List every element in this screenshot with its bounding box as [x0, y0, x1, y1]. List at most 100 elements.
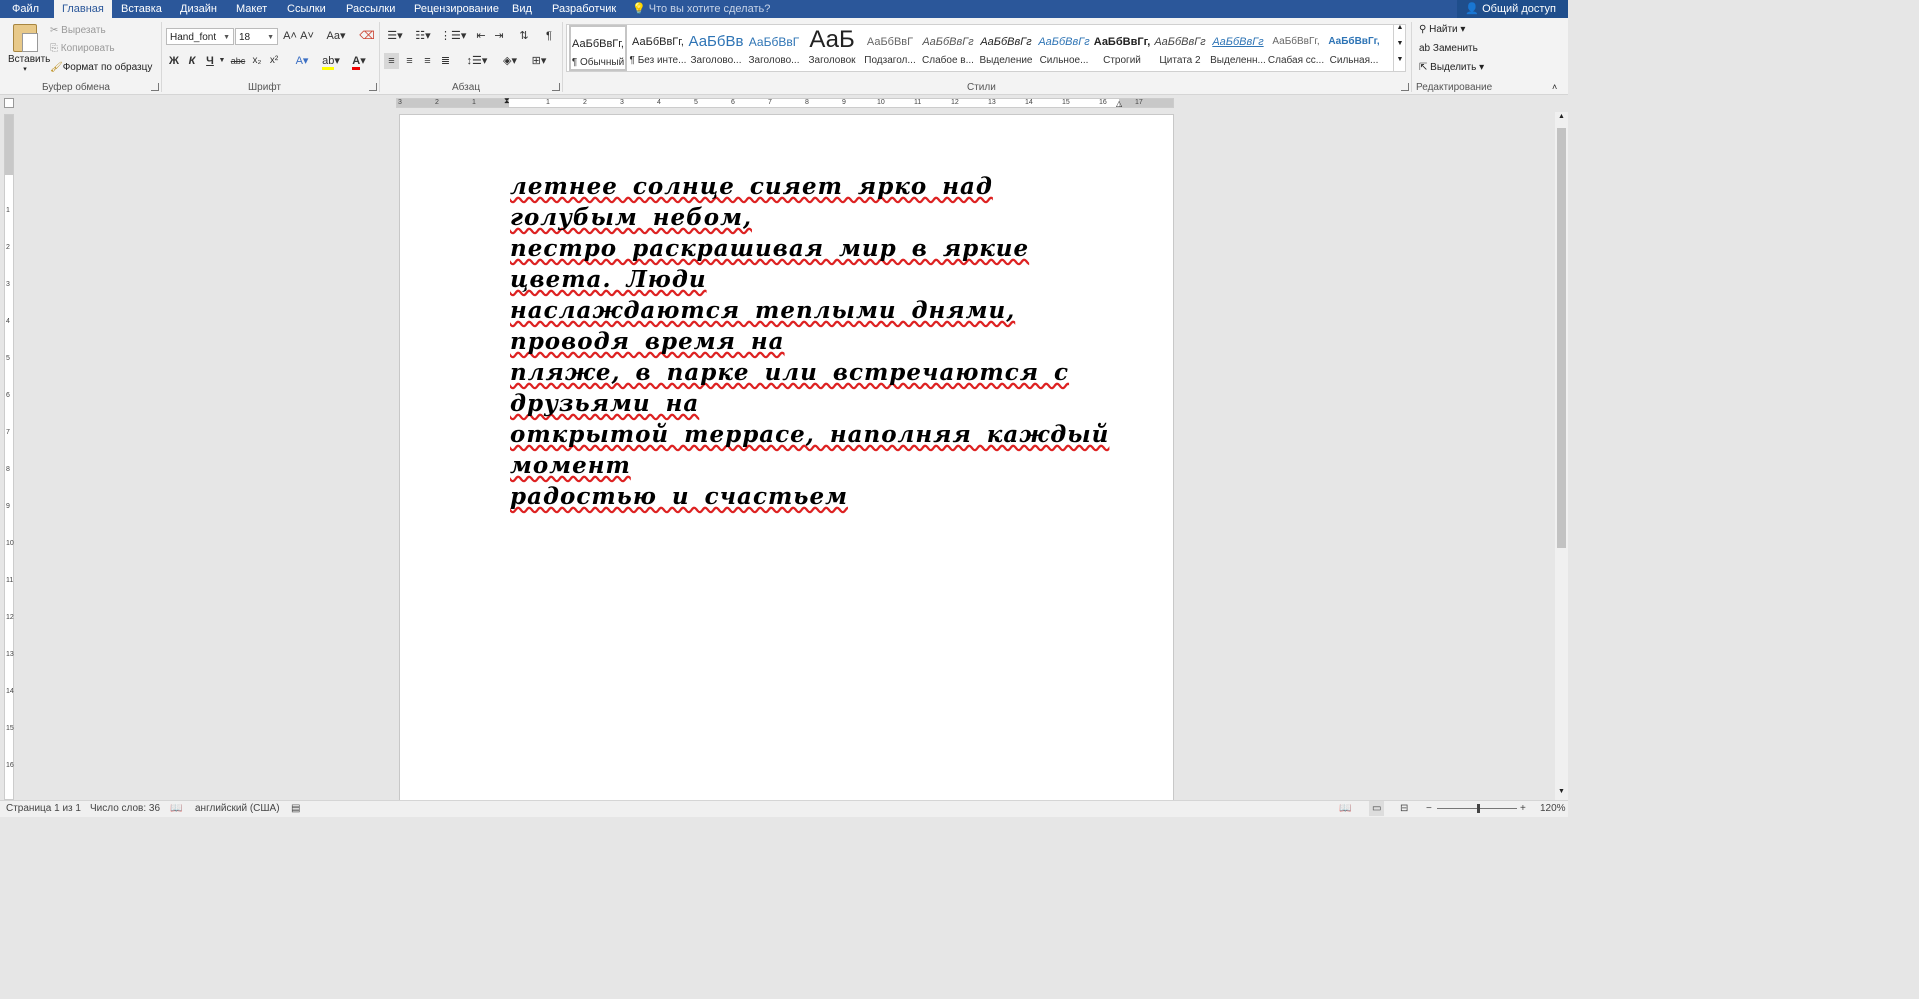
- chevron-up-icon[interactable]: ▲: [1394, 24, 1406, 40]
- style-normal[interactable]: АаБбВвГг, ¶ Обычный: [569, 25, 627, 71]
- style-strong[interactable]: АаБбВвГг, Строгий: [1093, 25, 1151, 71]
- document-page[interactable]: летнее солнце сияет ярко над голубым неб…: [399, 114, 1174, 804]
- dialog-launcher-icon[interactable]: [1401, 83, 1409, 91]
- tab-view[interactable]: Вид: [504, 0, 540, 18]
- tell-me-box[interactable]: 💡 Что вы хотите сделать?: [632, 0, 770, 18]
- tab-developer[interactable]: Разработчик: [544, 0, 624, 18]
- chevron-down-icon[interactable]: ▼: [1558, 788, 1565, 795]
- tab-review[interactable]: Рецензирование: [406, 0, 507, 18]
- print-layout-icon[interactable]: ▭: [1369, 801, 1385, 816]
- tab-references[interactable]: Ссылки: [279, 0, 334, 18]
- tab-selector[interactable]: [4, 98, 14, 108]
- indent-marker-icon[interactable]: ⧗: [504, 96, 510, 106]
- line-spacing-icon[interactable]: ↕☰▾: [464, 53, 490, 69]
- style-name: Выделение: [979, 55, 1033, 66]
- style-subtitle[interactable]: АаБбВвГ Подзагол...: [861, 25, 919, 71]
- right-indent-marker-icon[interactable]: △: [1116, 99, 1122, 108]
- style-subtle-emphasis[interactable]: АаБбВвГг Слабое в...: [919, 25, 977, 71]
- dialog-launcher-icon[interactable]: [151, 83, 159, 91]
- shrink-font-icon[interactable]: A˅: [300, 28, 314, 44]
- zoom-out-icon[interactable]: −: [1426, 801, 1432, 816]
- text-effects-icon[interactable]: A▾: [292, 53, 312, 69]
- font-name-box[interactable]: Hand_font ▼: [166, 28, 234, 45]
- tab-home[interactable]: Главная: [54, 0, 112, 18]
- decrease-indent-icon[interactable]: ⇤: [473, 28, 489, 44]
- borders-icon[interactable]: ⊞▾: [527, 53, 551, 69]
- align-right-icon[interactable]: ≡: [420, 53, 435, 69]
- paintbrush-icon: 🖌: [50, 62, 63, 73]
- change-case-button[interactable]: Aa▾: [324, 28, 348, 44]
- justify-icon[interactable]: ≣: [438, 53, 453, 69]
- align-center-icon[interactable]: ≡: [402, 53, 417, 69]
- macro-record-icon[interactable]: ▤: [291, 801, 300, 816]
- style-no-spacing[interactable]: АаБбВвГг, ¶ Без инте...: [629, 25, 687, 71]
- find-button[interactable]: ⚲ Найти ▾: [1419, 24, 1465, 35]
- paste-button[interactable]: Вставить ▾: [8, 22, 50, 78]
- tab-insert[interactable]: Вставка: [113, 0, 170, 18]
- bullets-icon[interactable]: ☰▾: [384, 28, 406, 44]
- format-painter-button[interactable]: 🖌Формат по образцу: [50, 62, 152, 73]
- select-button[interactable]: ⇱ Выделить ▾: [1419, 62, 1484, 73]
- multilevel-list-icon[interactable]: ⋮☰▾: [440, 28, 466, 44]
- align-left-icon[interactable]: ≡: [384, 53, 399, 69]
- collapse-ribbon-icon[interactable]: ˄: [1552, 82, 1557, 92]
- show-marks-icon[interactable]: ¶: [542, 28, 556, 44]
- proofing-icon[interactable]: 📖: [170, 801, 182, 816]
- sort-icon[interactable]: ⇅: [516, 28, 532, 44]
- format-painter-label: Формат по образцу: [62, 62, 153, 73]
- zoom-level[interactable]: 120%: [1540, 801, 1566, 816]
- chevron-down-icon[interactable]: ▼: [1394, 40, 1406, 56]
- scrollbar-thumb[interactable]: [1557, 128, 1566, 548]
- font-size-box[interactable]: 18 ▼: [235, 28, 278, 45]
- web-layout-icon[interactable]: ⊟: [1400, 801, 1408, 816]
- style-heading-2[interactable]: АаБбВвГ Заголово...: [745, 25, 803, 71]
- underline-button[interactable]: Ч: [204, 53, 216, 69]
- chevron-down-icon[interactable]: ▼: [218, 53, 226, 69]
- word-count[interactable]: Число слов: 36: [90, 801, 160, 816]
- tab-file[interactable]: Файл: [4, 0, 47, 18]
- grow-font-icon[interactable]: A˄: [283, 28, 297, 44]
- read-mode-icon[interactable]: 📖: [1339, 801, 1351, 816]
- vertical-ruler[interactable]: 1 2 3 4 5 6 7 8 9 10 11 12 13 14 15 16: [4, 114, 14, 800]
- tab-mailings[interactable]: Рассылки: [338, 0, 403, 18]
- subscript-button[interactable]: x₂: [250, 53, 264, 69]
- more-icon[interactable]: ▼: [1394, 56, 1406, 70]
- bold-button[interactable]: Ж: [168, 53, 180, 69]
- cut-button[interactable]: ✂ Вырезать: [50, 25, 106, 36]
- document-body[interactable]: летнее солнце сияет ярко над голубым неб…: [510, 171, 1125, 512]
- share-button[interactable]: 👤 Общий доступ: [1457, 0, 1568, 18]
- style-subtle-reference[interactable]: АаБбВвГг, Слабая сс...: [1267, 25, 1325, 71]
- language-indicator[interactable]: английский (США): [195, 801, 280, 816]
- page-count[interactable]: Страница 1 из 1: [6, 801, 81, 816]
- tab-design[interactable]: Дизайн: [172, 0, 225, 18]
- dialog-launcher-icon[interactable]: [369, 83, 377, 91]
- styles-scroll[interactable]: ▲ ▼ ▼: [1393, 24, 1406, 72]
- italic-button[interactable]: К: [186, 53, 198, 69]
- replace-button[interactable]: ab Заменить: [1419, 43, 1478, 54]
- style-preview: АаБбВвГг,: [1093, 36, 1151, 48]
- chevron-up-icon[interactable]: ▲: [1558, 113, 1565, 120]
- zoom-in-icon[interactable]: +: [1520, 801, 1526, 816]
- style-intense-reference[interactable]: АаБбВвГг, Сильная...: [1325, 25, 1383, 71]
- tab-layout[interactable]: Макет: [228, 0, 275, 18]
- style-quote[interactable]: АаБбВвГг Цитата 2: [1151, 25, 1209, 71]
- numbering-icon[interactable]: ☷▾: [412, 28, 434, 44]
- highlight-color-button[interactable]: ab▾: [318, 53, 344, 70]
- style-heading-1[interactable]: АаБбВв Заголово...: [687, 25, 745, 71]
- strikethrough-button[interactable]: abc: [230, 53, 246, 69]
- ruler-number: 14: [6, 688, 14, 695]
- shading-icon[interactable]: ◈▾: [498, 53, 522, 69]
- horizontal-ruler[interactable]: 3 2 1 1 2 3 4 5 6 7 8 9 10 11 12 13 14 1…: [396, 98, 1174, 108]
- copy-button[interactable]: ⎘ Копировать: [50, 43, 115, 54]
- style-intense-quote[interactable]: АаБбВвГг Выделенн...: [1209, 25, 1267, 71]
- clear-formatting-icon[interactable]: ⌫: [359, 28, 375, 44]
- zoom-slider-thumb[interactable]: [1477, 804, 1480, 813]
- style-intense-emphasis[interactable]: АаБбВвГг Сильное...: [1035, 25, 1093, 71]
- increase-indent-icon[interactable]: ⇥: [491, 28, 507, 44]
- font-color-button[interactable]: A▾: [347, 53, 371, 70]
- vertical-scrollbar[interactable]: ▲ ▼: [1555, 112, 1568, 800]
- style-emphasis[interactable]: АаБбВвГг Выделение: [977, 25, 1035, 71]
- style-title[interactable]: АаБ Заголовок: [803, 25, 861, 71]
- superscript-button[interactable]: x²: [267, 53, 281, 69]
- dialog-launcher-icon[interactable]: [552, 83, 560, 91]
